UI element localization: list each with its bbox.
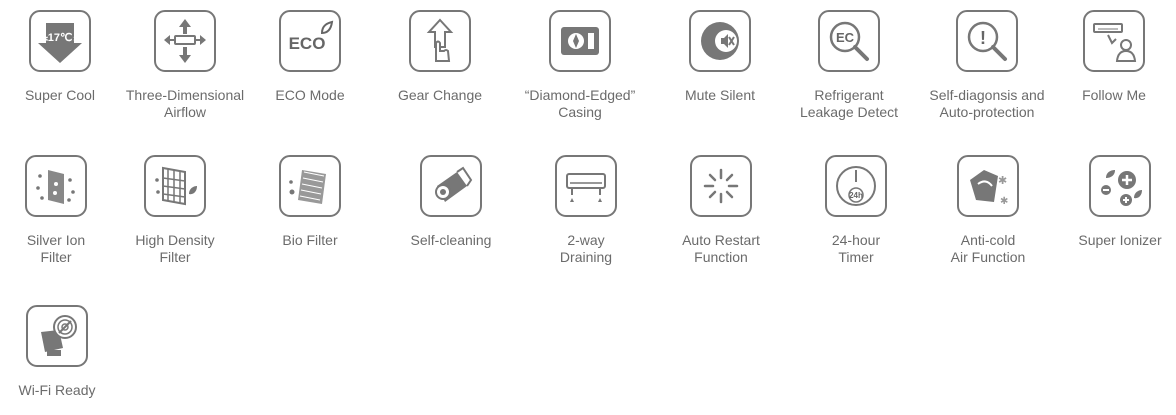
feature-label: Wi-Fi Ready: [18, 382, 96, 398]
feature-label: High Density Filter: [135, 232, 215, 265]
feature-high-density-filter: High Density Filter: [105, 155, 245, 266]
gear-change-icon: [409, 10, 471, 72]
super-cool-temp-text: 17℃: [48, 32, 73, 44]
feature-eco-mode: ECO ECO Mode: [240, 10, 380, 104]
eco-mode-icon: ECO: [279, 10, 341, 72]
feature-label: Auto Restart Function: [682, 232, 760, 265]
feature-refrigerant-leakage-detect: EC Refrigerant Leakage Detect: [779, 10, 919, 121]
feature-mute-silent: Mute Silent: [650, 10, 790, 104]
feature-wifi-ready: Wi-Fi Ready: [0, 305, 127, 399]
diamond-edged-casing-icon: [549, 10, 611, 72]
refrigerant-leakage-detect-icon: EC: [818, 10, 880, 72]
feature-bio-filter: Bio Filter: [240, 155, 380, 249]
svg-text:✻: ✻: [41, 35, 49, 45]
svg-text:✱: ✱: [1000, 196, 1008, 207]
eco-tile-text: ECO: [289, 34, 326, 53]
feature-label: Super Cool: [24, 87, 96, 103]
feature-super-ionizer: Super Ionizer: [1050, 155, 1176, 249]
feature-auto-restart: Auto Restart Function: [651, 155, 791, 266]
feature-label: Mute Silent: [684, 87, 756, 103]
svg-text:✱: ✱: [998, 174, 1007, 187]
feature-self-cleaning: Self-cleaning: [381, 155, 521, 249]
self-diagnosis-icon: !: [956, 10, 1018, 72]
ec-tile-text: EC: [836, 30, 855, 45]
feature-24-hour-timer: 24h 24-hour Timer: [786, 155, 926, 266]
timer-24h-icon: 24h: [825, 155, 887, 217]
two-way-draining-icon: [555, 155, 617, 217]
timer-tile-text: 24h: [849, 191, 863, 200]
feature-label: Anti-cold Air Function: [950, 232, 1026, 265]
feature-label: Self-cleaning: [410, 232, 492, 248]
self-cleaning-icon: [420, 155, 482, 217]
feature-three-dimensional-airflow: Three-Dimensional Airflow: [115, 10, 255, 121]
high-density-filter-icon: [144, 155, 206, 217]
mute-silent-icon: [689, 10, 751, 72]
exclamation-tile-text: !: [980, 28, 986, 48]
feature-follow-me: Follow Me: [1044, 10, 1176, 104]
bio-filter-icon: [279, 155, 341, 217]
feature-label: 24-hour Timer: [831, 232, 881, 265]
feature-label: Super Ionizer: [1078, 232, 1162, 248]
follow-me-icon: [1083, 10, 1145, 72]
feature-label: Three-Dimensional Airflow: [125, 87, 245, 120]
anti-cold-air-icon: ✱ ✱: [957, 155, 1019, 217]
feature-icons-panel: { "features": [ {"icon":"super-cool-icon…: [0, 0, 1176, 415]
feature-diamond-edged-casing: “Diamond-Edged” Casing: [510, 10, 650, 121]
feature-label: Follow Me: [1082, 87, 1146, 103]
super-cool-icon: 17℃ ✻ ✻: [29, 10, 91, 72]
feature-super-cool: 17℃ ✻ ✻ Super Cool: [0, 10, 130, 104]
feature-label: 2-way Draining: [559, 232, 613, 265]
feature-label: Refrigerant Leakage Detect: [799, 87, 899, 120]
feature-anti-cold-air: ✱ ✱ Anti-cold Air Function: [918, 155, 1058, 266]
feature-label: ECO Mode: [275, 87, 345, 103]
three-dimensional-airflow-icon: [154, 10, 216, 72]
silver-ion-filter-icon: [25, 155, 87, 217]
feature-label: “Diamond-Edged” Casing: [524, 87, 636, 120]
auto-restart-icon: [690, 155, 752, 217]
feature-label: Self-diagonsis and Auto-protection: [929, 87, 1045, 120]
feature-gear-change: Gear Change: [370, 10, 510, 104]
feature-two-way-draining: 2-way Draining: [516, 155, 656, 266]
feature-label: Bio Filter: [282, 232, 338, 248]
svg-text:✻: ✻: [73, 35, 81, 45]
feature-label: Gear Change: [397, 87, 483, 103]
wifi-ready-icon: [26, 305, 88, 367]
feature-self-diagnosis: ! Self-diagonsis and Auto-protection: [917, 10, 1057, 121]
super-ionizer-icon: [1089, 155, 1151, 217]
